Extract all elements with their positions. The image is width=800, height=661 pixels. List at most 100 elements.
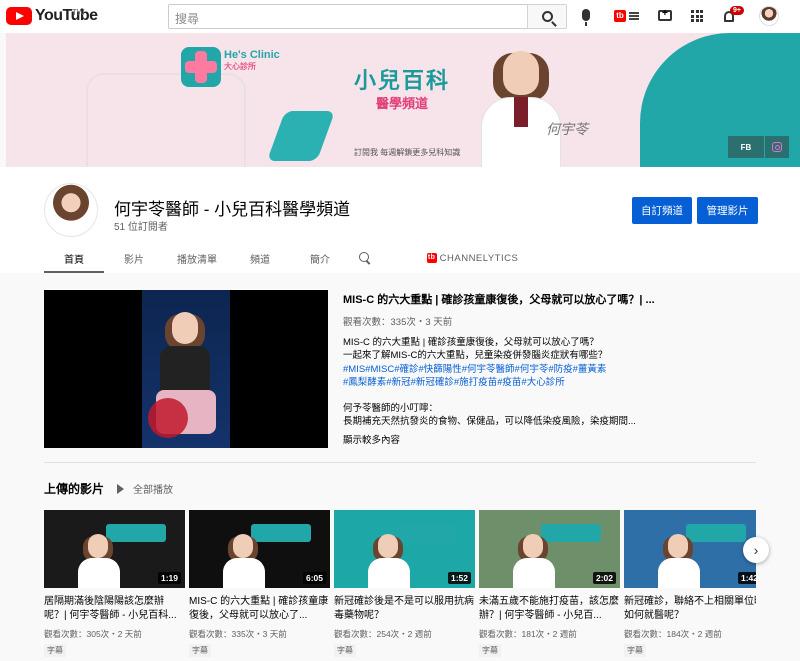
video-thumbnail[interactable]: 6:05 xyxy=(189,510,330,588)
video-card[interactable]: 6:05 MIS-C 的六大重點 | 確診孩童康復後，父母就可以放心了... 觀… xyxy=(189,510,330,660)
clinic-name-en: He's Clinic xyxy=(224,49,280,61)
thumbnail-caption-overlay xyxy=(106,524,166,542)
clinic-name: He's Clinic 大心診所 xyxy=(224,49,280,73)
tab-search[interactable] xyxy=(350,243,380,273)
uploads-section-title[interactable]: 上傳的影片 xyxy=(44,480,104,497)
featured-video-player[interactable] xyxy=(44,290,328,448)
customize-channel-button[interactable]: 自訂頻道 xyxy=(632,197,692,224)
video-meta: 觀看次數：254次・2 週前 xyxy=(334,629,432,639)
facebook-link[interactable]: FB xyxy=(728,136,764,158)
channelytics-label: CHANNELYTICS xyxy=(439,252,519,264)
video-duration: 2:02 xyxy=(592,572,616,584)
search-input[interactable]: 搜尋 xyxy=(168,4,528,29)
tab-channels[interactable]: 頻道 xyxy=(230,243,290,273)
description-line: 一起來了解MIS-C的六大重點，兒童染疫併發腦炎症狀有哪些？ xyxy=(343,350,608,362)
captions-badge: 字幕 xyxy=(624,644,646,657)
video-thumbnail[interactable]: 1:19 xyxy=(44,510,185,588)
video-meta: 觀看次數：181次・2 週前 xyxy=(479,629,577,639)
channel-tabs: 首頁 影片 播放清單 頻道 簡介 tb CHANNELYTICS xyxy=(44,243,540,273)
instagram-icon xyxy=(772,142,782,152)
video-title[interactable]: 新冠確診，聯絡不上相關單位時如何就醫呢？ xyxy=(624,595,756,622)
doctor-illustration xyxy=(476,47,566,167)
video-duration: 6:05 xyxy=(302,572,326,584)
channel-header: 何宇苓醫師 - 小兒百科醫學頻道 51 位訂閱者 自訂頻道 管理影片 首頁 影片… xyxy=(0,167,800,273)
instagram-link[interactable] xyxy=(765,136,789,158)
banner-cross-outline xyxy=(86,73,246,167)
video-card[interactable]: 1:42 新冠確診，聯絡不上相關單位時如何就醫呢？ 觀看次數：184次・2 週前… xyxy=(624,510,756,660)
captions-badge: 字幕 xyxy=(334,644,356,657)
description-hashtags[interactable]: #鳳梨酵素#新冠#新冠確診#施打疫苗#疫苗#大心診所 xyxy=(343,376,643,389)
video-title[interactable]: 未滿五歲不能施打疫苗，該怎麼辦？| 何宇苓醫師 - 小兒百... xyxy=(479,595,620,622)
notification-count-badge: 9+ xyxy=(730,6,744,15)
video-title[interactable]: 新冠確診後是不是可以服用抗病毒藥物呢？ xyxy=(334,595,475,622)
video-meta: 觀看次數：335次・3 天前 xyxy=(189,629,287,639)
video-title[interactable]: MIS-C 的六大重點 | 確診孩童康復後，父母就可以放心了... xyxy=(189,595,330,622)
create-video-icon[interactable] xyxy=(658,8,672,21)
tubebuddy-icon: tb xyxy=(614,10,626,22)
thumbnail-caption-overlay xyxy=(686,524,746,542)
facebook-label: FB xyxy=(740,142,752,152)
video-thumbnail[interactable]: 1:42 xyxy=(624,510,756,588)
captions-badge: 字幕 xyxy=(189,644,211,657)
search-icon xyxy=(541,11,553,22)
channel-avatar xyxy=(44,183,98,237)
clinic-logo-icon xyxy=(181,47,221,87)
tab-home[interactable]: 首頁 xyxy=(44,243,104,273)
captions-badge: 字幕 xyxy=(479,644,501,657)
video-thumbnail[interactable]: 1:52 xyxy=(334,510,475,588)
search-button[interactable] xyxy=(527,4,567,29)
banner-social-links: FB xyxy=(728,136,789,158)
tab-playlists[interactable]: 播放清單 xyxy=(164,243,230,273)
video-thumbnail[interactable]: 2:02 xyxy=(479,510,620,588)
description-line: 長期補充天然抗發炎的食物、保健品，可以降低染疫風險，染疫期間... xyxy=(343,416,636,428)
clinic-name-zh: 大心診所 xyxy=(224,62,256,71)
uploads-shelf: 1:19 居隔期滿後陰陽陽該怎麼辦呢？| 何宇苓醫師 - 小兒百科... 觀看次… xyxy=(44,510,756,660)
microphone-icon[interactable] xyxy=(582,9,590,26)
description-line: 何予苓醫師的小叮嚀： xyxy=(343,403,439,415)
search-icon xyxy=(359,252,369,262)
play-all-button[interactable]: 全部播放 xyxy=(117,481,173,496)
shelf-next-button[interactable]: › xyxy=(743,537,769,563)
featured-video-title[interactable]: MIS-C 的六大重點 | 確診孩童康復後，父母就可以放心了嗎？| ... xyxy=(343,291,663,307)
tab-about[interactable]: 簡介 xyxy=(290,243,350,273)
featured-video-description: MIS-C 的六大重點 | 確診孩童康復後，父母就可以放心了嗎？ 一起來了解MI… xyxy=(343,336,643,429)
banner-title: 小兒百科 xyxy=(354,68,451,93)
tubebuddy-icon: tb xyxy=(426,253,437,263)
thumbnail-caption-overlay xyxy=(251,524,311,542)
banner-teal-shape xyxy=(266,111,336,161)
video-card[interactable]: 1:52 新冠確診後是不是可以服用抗病毒藥物呢？ 觀看次數：254次・2 週前 … xyxy=(334,510,475,660)
banner-subtitle: 醫學頻道 xyxy=(376,96,429,111)
banner-signature: 何宇苓 xyxy=(546,121,588,137)
tab-videos[interactable]: 影片 xyxy=(104,243,164,273)
channel-name: 何宇苓醫師 - 小兒百科醫學頻道 xyxy=(114,200,351,219)
logo-region: TW xyxy=(72,8,85,17)
apps-grid-icon[interactable] xyxy=(691,10,703,22)
menu-lines-icon xyxy=(629,12,639,20)
manage-videos-button[interactable]: 管理影片 xyxy=(697,197,758,224)
tubebuddy-extension-button[interactable]: tb xyxy=(614,9,644,23)
youtube-logo[interactable]: YouTube TW xyxy=(6,7,98,25)
channel-banner: He's Clinic 大心診所 小兒百科 醫學頻道 訂閱我 每週解鎖更多兒科知… xyxy=(6,33,800,167)
play-icon xyxy=(117,483,124,494)
thumbnail-caption-overlay xyxy=(541,524,601,542)
subscriber-count: 51 位訂閱者 xyxy=(114,222,168,233)
account-avatar[interactable] xyxy=(759,6,779,26)
chevron-right-icon: › xyxy=(753,542,759,558)
description-line: MIS-C 的六大重點 | 確診孩童康復後，父母就可以放心了嗎？ xyxy=(343,337,599,348)
video-duration: 1:42 xyxy=(737,572,756,584)
section-divider xyxy=(44,462,756,463)
description-hashtags[interactable]: #MIS#MISC#確診#快篩陽性#何宇苓醫師#何宇苓#防疫#薑黃素 xyxy=(343,363,643,376)
video-meta: 觀看次數：184次・2 週前 xyxy=(624,629,722,639)
show-more-link[interactable]: 顯示較多內容 xyxy=(343,432,400,446)
banner-note: 訂閱我 每週解鎖更多兒科知識 xyxy=(354,148,461,157)
video-card[interactable]: 2:02 未滿五歲不能施打疫苗，該怎麼辦？| 何宇苓醫師 - 小兒百... 觀看… xyxy=(479,510,620,660)
video-duration: 1:52 xyxy=(447,572,471,584)
play-all-label: 全部播放 xyxy=(133,485,173,496)
tab-channelytics[interactable]: tb CHANNELYTICS xyxy=(380,243,540,273)
captions-badge: 字幕 xyxy=(44,644,66,657)
video-meta: 觀看次數：305次・2 天前 xyxy=(44,629,142,639)
video-card[interactable]: 1:19 居隔期滿後陰陽陽該怎麼辦呢？| 何宇苓醫師 - 小兒百科... 觀看次… xyxy=(44,510,185,660)
featured-video-meta: 觀看次數：335次・3 天前 xyxy=(343,317,453,328)
youtube-play-icon xyxy=(6,7,32,25)
video-title[interactable]: 居隔期滿後陰陽陽該怎麼辦呢？| 何宇苓醫師 - 小兒百科... xyxy=(44,595,185,622)
